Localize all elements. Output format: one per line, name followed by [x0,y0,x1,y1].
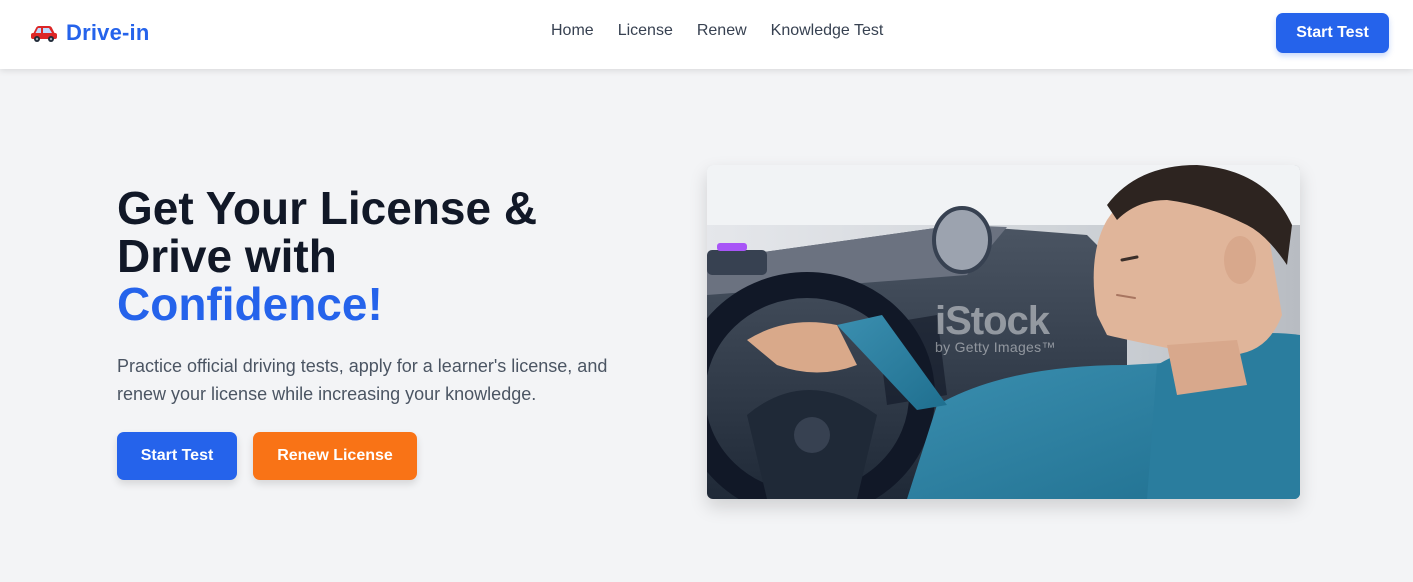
top-navbar: Drive-in Home License Renew Knowledge Te… [0,0,1413,69]
start-test-button[interactable]: Start Test [117,432,237,480]
nav-link-knowledge-test[interactable]: Knowledge Test [771,22,884,40]
istock-watermark: iStock by Getty Images™ [935,301,1056,355]
renew-license-button[interactable]: Renew License [253,432,417,480]
nav-link-renew[interactable]: Renew [697,22,747,40]
brand-name: Drive-in [66,20,150,45]
brand-logo[interactable]: Drive-in [30,20,150,46]
watermark-main: iStock [935,299,1050,343]
hero-title-line2: Drive with [117,230,337,282]
hero-text: Get Your License & Drive with Confidence… [117,184,637,408]
hero-actions: Start Test Renew License [117,432,417,480]
hero-title: Get Your License & Drive with Confidence… [117,184,637,328]
nav-link-home[interactable]: Home [551,22,594,40]
watermark-sub: by Getty Images™ [935,339,1056,355]
nav-start-test-button[interactable]: Start Test [1276,13,1389,53]
hero-subtitle: Practice official driving tests, apply f… [117,356,608,404]
nav-link-license[interactable]: License [618,22,673,40]
hero-image: iStock by Getty Images™ [707,165,1300,499]
hero-title-accent: Confidence! [117,278,383,330]
car-icon [30,24,58,42]
hero-title-line1: Get Your License & [117,182,538,234]
main-nav: Home License Renew Knowledge Test [551,22,883,40]
